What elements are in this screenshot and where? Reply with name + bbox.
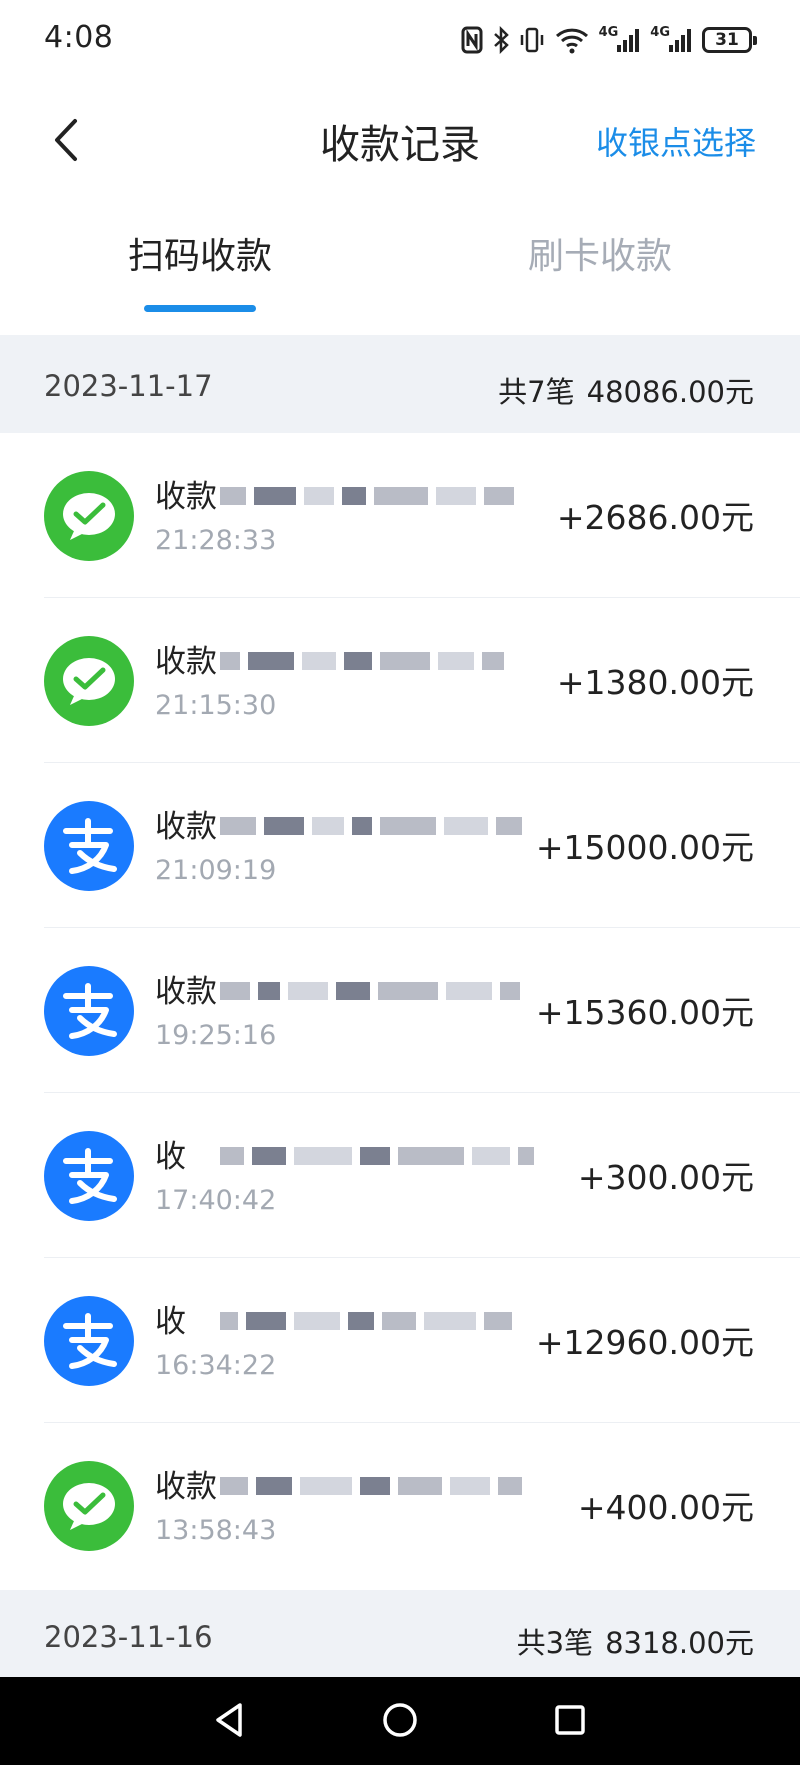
payer-name-redacted: [220, 1469, 560, 1503]
square-recents-icon: [555, 1705, 585, 1735]
section-date: 2023-11-16: [44, 1620, 213, 1654]
record-amount: +1380.00元: [556, 663, 754, 702]
tab-scan-payment[interactable]: 扫码收款: [50, 227, 350, 279]
record-amount: +15000.00元: [535, 828, 754, 867]
wechat-pay-icon: [44, 1461, 134, 1551]
payer-name-redacted: [220, 644, 560, 678]
section-summary: 共3笔 8318.00元: [517, 1620, 754, 1662]
signal-4g-icon-2: 4G: [650, 24, 692, 56]
status-icons: 4G 4G 31: [461, 20, 757, 60]
section-total: 48086.00元: [586, 375, 754, 409]
wechat-pay-icon: [44, 636, 134, 726]
tab-card-payment[interactable]: 刷卡收款: [450, 227, 750, 279]
record-time: 21:28:33: [155, 525, 277, 556]
section-date: 2023-11-17: [44, 369, 213, 403]
list-item[interactable]: 收款 21:15:30 +1380.00元: [0, 598, 800, 763]
system-home-button[interactable]: [375, 1695, 425, 1745]
section-summary: 共7笔 48086.00元: [498, 369, 754, 411]
payer-name-redacted: [220, 1139, 560, 1173]
record-amount: +15360.00元: [535, 993, 754, 1032]
alipay-icon: [44, 801, 134, 891]
triangle-back-icon: [216, 1703, 242, 1737]
wechat-pay-icon: [44, 471, 134, 561]
network-label: 4G: [650, 24, 670, 40]
battery-icon: 31: [702, 27, 757, 53]
status-bar: 4:08 4G 4G 31: [0, 0, 800, 80]
payer-name-redacted: [220, 479, 560, 513]
record-time: 21:09:19: [155, 855, 277, 886]
active-tab-indicator: [144, 305, 256, 312]
list-item[interactable]: 收款 13:58:43 +400.00元: [0, 1423, 800, 1588]
record-time: 16:34:22: [155, 1350, 277, 1381]
payer-name-redacted: [220, 809, 560, 843]
record-title: 收款: [155, 809, 217, 845]
bluetooth-icon: [493, 24, 509, 56]
system-recents-button[interactable]: [545, 1695, 595, 1745]
section-count: 共7笔: [498, 375, 575, 409]
section-total: 8318.00元: [605, 1626, 754, 1660]
nfc-icon: [461, 24, 483, 56]
list-item[interactable]: 收 17:40:42 +300.00元: [0, 1093, 800, 1258]
alipay-icon: [44, 966, 134, 1056]
record-time: 19:25:16: [155, 1020, 277, 1051]
alipay-icon: [44, 1131, 134, 1221]
network-label: 4G: [598, 24, 619, 40]
wifi-icon: [555, 24, 589, 56]
section-count: 共3笔: [516, 1626, 594, 1660]
record-amount: +2686.00元: [556, 498, 754, 537]
list-item[interactable]: 收款 21:09:19 +15000.00元: [0, 763, 800, 928]
record-title: 收: [155, 1304, 186, 1340]
record-title: 收: [155, 1139, 186, 1175]
tab-bar: 扫码收款 刷卡收款: [0, 215, 800, 315]
list-item[interactable]: 收 16:34:22 +12960.00元: [0, 1258, 800, 1423]
vibrate-icon: [519, 24, 545, 56]
date-section-header: 2023-11-16 共3笔 8318.00元: [0, 1590, 800, 1677]
record-time: 17:40:42: [155, 1185, 277, 1216]
record-amount: +300.00元: [577, 1158, 754, 1197]
cashier-select-button[interactable]: 收银点选择: [596, 118, 756, 164]
record-time: 13:58:43: [155, 1515, 277, 1546]
record-time: 21:15:30: [155, 690, 277, 721]
record-title: 收款: [155, 1469, 217, 1505]
record-title: 收款: [155, 479, 217, 515]
alipay-icon: [44, 1296, 134, 1386]
payer-name-redacted: [220, 1304, 560, 1338]
record-amount: +12960.00元: [535, 1323, 754, 1362]
nav-bar: 收款记录 收银点选择: [0, 90, 800, 190]
system-nav-bar: [0, 1677, 800, 1765]
status-time: 4:08: [44, 20, 114, 55]
payer-name-redacted: [220, 974, 560, 1008]
record-amount: +400.00元: [577, 1488, 754, 1527]
list-item[interactable]: 收款 21:28:33 +2686.00元: [0, 433, 800, 598]
system-back-button[interactable]: [205, 1695, 255, 1745]
circle-home-icon: [383, 1703, 417, 1737]
date-section-header: 2023-11-17 共7笔 48086.00元: [0, 335, 800, 433]
signal-4g-icon: 4G: [599, 24, 641, 56]
list-item[interactable]: 收款 19:25:16 +15360.00元: [0, 928, 800, 1093]
record-title: 收款: [155, 974, 217, 1010]
record-title: 收款: [155, 644, 217, 680]
